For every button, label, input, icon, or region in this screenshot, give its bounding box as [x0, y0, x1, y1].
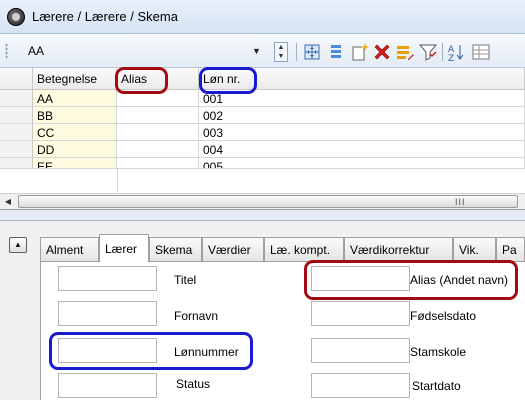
row-selector[interactable] [0, 107, 33, 124]
cell-alias[interactable] [117, 158, 199, 169]
cell-lon-nr[interactable]: 005 [199, 158, 525, 169]
sort-icon[interactable]: AZ [447, 42, 467, 62]
cell-alias[interactable] [117, 141, 199, 158]
list-icon[interactable] [326, 42, 346, 62]
row-selector[interactable] [0, 124, 33, 141]
cell-lon-nr[interactable]: 004 [199, 141, 525, 158]
column-header-alias[interactable]: Alias [117, 68, 199, 90]
tab-vaerdikorrektur[interactable]: Værdikorrektur [344, 237, 453, 261]
fornavn-label: Fornavn [174, 309, 219, 323]
stamskole-field[interactable] [311, 338, 410, 363]
panel-splitter[interactable] [0, 210, 525, 220]
scrollbar-thumb[interactable]: III [18, 195, 518, 208]
collapse-panel-button[interactable]: ▲ [9, 237, 27, 253]
window-title: Lærere / Lærere / Skema [32, 9, 178, 24]
cell-lon-nr[interactable]: 003 [199, 124, 525, 141]
scroll-left-arrow-icon[interactable]: ◀ [0, 194, 16, 210]
cell-alias[interactable] [117, 107, 199, 124]
cell-lon-nr[interactable]: 002 [199, 107, 525, 124]
row-selector[interactable] [0, 158, 33, 169]
alias-label: Alias (Andet navn) [410, 273, 509, 287]
app-icon [7, 8, 25, 26]
tab-alment[interactable]: Alment [40, 237, 99, 261]
cell-betegnelse[interactable]: EE [33, 158, 117, 169]
tab-vik[interactable]: Vik. [453, 237, 496, 261]
cell-alias[interactable] [117, 124, 199, 141]
title-bar: Lærere / Lærere / Skema [0, 0, 525, 34]
teacher-grid: Betegnelse Alias Løn nr. AA 001 BB 002 C… [0, 68, 525, 210]
cell-betegnelse[interactable]: CC [33, 124, 117, 141]
row-selector[interactable] [0, 141, 33, 158]
filter-icon[interactable] [418, 42, 438, 62]
record-select-combo[interactable]: AA [28, 43, 268, 61]
toolbar-separator [442, 43, 443, 61]
dropdown-arrow-icon[interactable]: ▼ [252, 46, 261, 56]
status-label: Status [176, 377, 211, 391]
toolbar-separator [296, 43, 297, 61]
stamskole-label: Stamskole [410, 345, 467, 359]
startdato-label: Startdato [412, 379, 461, 393]
toolbar: AA ▼ ▲ ▼ AZ [0, 34, 525, 68]
startdato-field[interactable] [311, 373, 410, 398]
alias-field[interactable] [311, 266, 410, 291]
fornavn-field[interactable] [58, 301, 157, 326]
svg-text:Z: Z [448, 54, 454, 62]
tab-lae-kompt[interactable]: Læ. kompt. [264, 237, 344, 261]
tab-skema[interactable]: Skema [149, 237, 202, 261]
new-record-icon[interactable] [350, 42, 370, 62]
fodselsdato-label: Fødselsdato [410, 309, 477, 323]
grid-corner [0, 68, 33, 90]
scrollbar-grip: III [455, 197, 466, 207]
cell-lon-nr[interactable]: 001 [199, 90, 525, 107]
layout-icon[interactable] [302, 42, 322, 62]
column-header-betegnelse[interactable]: Betegnelse [33, 68, 117, 90]
edit-record-icon[interactable] [395, 42, 415, 62]
record-spin-button[interactable]: ▲ ▼ [274, 42, 288, 62]
lonnummer-field[interactable] [58, 338, 157, 363]
tab-vaerdier[interactable]: Værdier [202, 237, 264, 261]
tab-pa[interactable]: Pa [496, 237, 525, 261]
tab-laerer[interactable]: Lærer [99, 234, 149, 262]
grid-view-icon[interactable] [471, 42, 491, 62]
delete-icon[interactable] [372, 42, 392, 62]
lonnummer-label: Lønnummer [174, 345, 239, 359]
row-selector[interactable] [0, 90, 33, 107]
status-field[interactable] [58, 373, 157, 398]
titel-label: Titel [174, 273, 197, 287]
fodselsdato-field[interactable] [311, 301, 410, 326]
column-header-lon-nr[interactable]: Løn nr. [199, 68, 525, 90]
cell-betegnelse[interactable]: AA [33, 90, 117, 107]
horizontal-scrollbar[interactable]: ◀ III [0, 193, 525, 210]
cell-betegnelse[interactable]: BB [33, 107, 117, 124]
cell-betegnelse[interactable]: DD [33, 141, 117, 158]
detail-panel: ▲ Alment Lærer Skema Værdier Læ. kompt. … [0, 220, 525, 400]
toolbar-grip-icon[interactable] [5, 43, 8, 59]
titel-field[interactable] [58, 266, 157, 291]
column-divider [117, 169, 118, 193]
cell-alias[interactable] [117, 90, 199, 107]
